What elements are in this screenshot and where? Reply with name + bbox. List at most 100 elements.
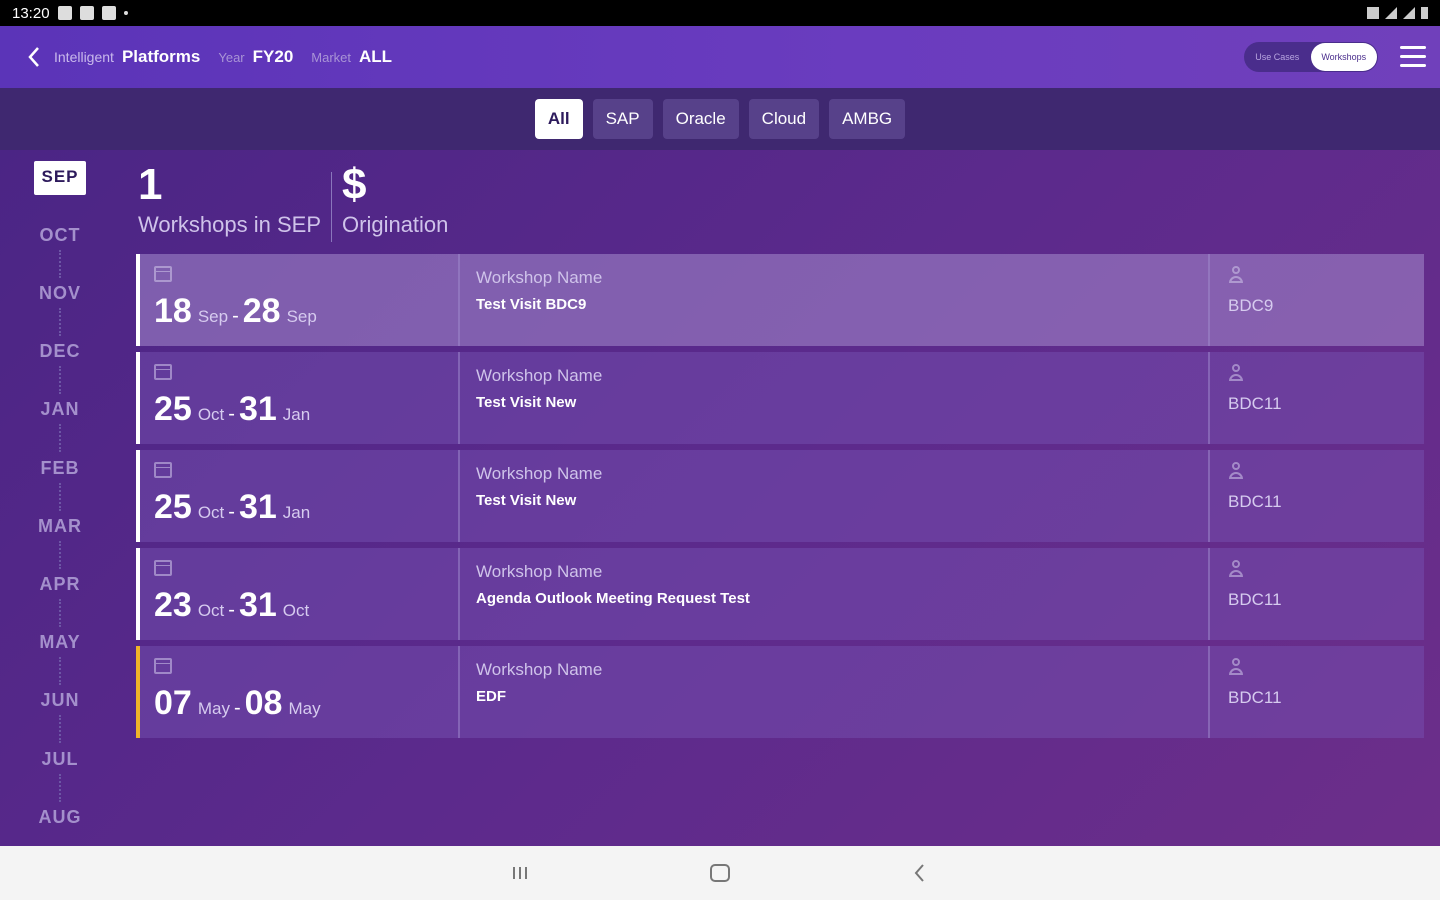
android-icon — [101, 6, 116, 20]
name-cell: Workshop Name Agenda Outlook Meeting Req… — [460, 548, 1210, 640]
date-cell: 07 May - 08 May — [140, 646, 460, 738]
start-day: 07 — [154, 684, 192, 722]
date-cell: 25 Oct - 31 Jan — [140, 450, 460, 542]
month-dec[interactable]: DEC — [0, 341, 120, 362]
end-month: May — [288, 699, 321, 718]
calendar-icon — [154, 364, 172, 380]
filter-sap[interactable]: SAP — [592, 99, 653, 139]
calendar-icon — [154, 462, 172, 478]
workshop-owner: BDC11 — [1228, 492, 1282, 511]
workshop-row[interactable]: 25 Oct - 31 Jan Workshop Name Test Visit… — [136, 352, 1424, 444]
end-month: Oct — [282, 601, 310, 620]
month-may[interactable]: MAY — [0, 632, 120, 653]
recent-apps-icon — [513, 867, 527, 879]
image-icon — [79, 6, 94, 20]
system-nav-bar — [0, 846, 1440, 900]
filter-all[interactable]: All — [534, 99, 583, 139]
more-notifications-icon — [123, 11, 128, 15]
start-day: 23 — [154, 586, 192, 624]
workshop-owner: BDC11 — [1228, 688, 1282, 707]
workshop-row[interactable]: 18 Sep - 28 Sep Workshop Name Test Visit… — [136, 254, 1424, 346]
month-timeline: SEP OCT NOV DEC JAN FEB MAR APR MAY JUN … — [0, 150, 120, 846]
end-month: Jan — [282, 405, 311, 424]
owner-cell: BDC11 — [1210, 450, 1424, 542]
origination-block: $ Origination — [342, 160, 458, 250]
timeline-connector — [59, 250, 61, 278]
month-nov[interactable]: NOV — [0, 283, 120, 304]
date-separator: - — [232, 305, 239, 327]
date-separator: - — [233, 697, 241, 719]
workshop-count-label: Workshops in SEP — [138, 212, 322, 237]
end-day: 31 — [238, 390, 277, 428]
status-bar: 13:20 — [0, 0, 1440, 26]
workshop-name-label: Workshop Name — [476, 268, 603, 287]
workshop-row[interactable]: 23 Oct - 31 Oct Workshop Name Agenda Out… — [136, 548, 1424, 640]
year-value[interactable]: FY20 — [253, 47, 294, 67]
summary-panel: 1 Workshops in SEP $ Origination — [138, 160, 458, 250]
month-mar[interactable]: MAR — [0, 516, 120, 537]
month-jan[interactable]: JAN — [0, 399, 120, 420]
start-month: Oct — [197, 601, 225, 620]
user-icon — [1228, 266, 1244, 284]
month-aug[interactable]: AUG — [0, 807, 120, 828]
name-cell: Workshop Name Test Visit BDC9 — [460, 254, 1210, 346]
start-month: Sep — [197, 307, 229, 326]
month-oct[interactable]: OCT — [0, 225, 120, 246]
workshop-name: Agenda Outlook Meeting Request Test — [476, 590, 750, 607]
app-name: Platforms — [121, 47, 201, 66]
recent-apps-button[interactable] — [420, 846, 620, 900]
workshop-name: EDF — [476, 688, 506, 705]
toggle-workshops[interactable]: Workshops — [1310, 43, 1377, 71]
date-separator: - — [228, 599, 235, 621]
view-toggle[interactable]: Use Cases Workshops — [1244, 42, 1378, 72]
workshop-count: 1 — [138, 160, 163, 209]
start-day: 18 — [154, 292, 192, 330]
workshop-row[interactable]: 25 Oct - 31 Jan Workshop Name Test Visit… — [136, 450, 1424, 542]
month-jul[interactable]: JUL — [0, 749, 120, 770]
month-jun[interactable]: JUN — [0, 690, 120, 711]
filter-ambg[interactable]: AMBG — [829, 99, 906, 139]
month-apr[interactable]: APR — [0, 574, 120, 595]
market-value[interactable]: ALL — [359, 47, 392, 67]
home-button[interactable] — [620, 846, 820, 900]
back-button[interactable] — [820, 846, 1020, 900]
owner-cell: BDC11 — [1210, 352, 1424, 444]
end-day: 08 — [244, 684, 283, 722]
calendar-icon — [154, 560, 172, 576]
calendar-icon — [154, 658, 172, 674]
category-filter-bar: All SAP Oracle Cloud AMBG — [0, 88, 1440, 150]
month-feb[interactable]: FEB — [0, 458, 120, 479]
filter-oracle[interactable]: Oracle — [662, 99, 739, 139]
workshop-name-label: Workshop Name — [476, 562, 603, 581]
toggle-use-cases[interactable]: Use Cases — [1244, 52, 1311, 62]
timeline-connector — [59, 541, 61, 569]
user-icon — [1228, 462, 1244, 480]
status-time: 13:20 — [12, 4, 50, 22]
workshop-name: Test Visit New — [476, 394, 577, 411]
owner-cell: BDC11 — [1210, 646, 1424, 738]
start-day: 25 — [154, 488, 192, 526]
back-arrow-icon[interactable] — [14, 37, 54, 77]
year-label: Year — [218, 50, 245, 65]
workshop-name: Test Visit New — [476, 492, 577, 509]
filter-cloud[interactable]: Cloud — [748, 99, 820, 139]
end-day: 28 — [242, 292, 281, 330]
workshop-name: Test Visit BDC9 — [476, 296, 587, 313]
start-month: May — [197, 699, 230, 718]
workshop-count-block: 1 Workshops in SEP — [138, 160, 331, 250]
date-cell: 25 Oct - 31 Jan — [140, 352, 460, 444]
home-icon — [710, 864, 730, 882]
hamburger-menu-icon[interactable] — [1400, 46, 1426, 68]
end-month: Jan — [282, 503, 311, 522]
timeline-connector — [59, 483, 61, 511]
breadcrumb: Intelligent Platforms Year FY20 Market A… — [54, 47, 392, 67]
workshop-owner: BDC11 — [1228, 590, 1282, 609]
mute-icon — [1367, 7, 1379, 19]
workshop-list: 18 Sep - 28 Sep Workshop Name Test Visit… — [136, 254, 1424, 744]
user-icon — [1228, 364, 1244, 382]
summary-divider — [331, 172, 333, 242]
workshop-row[interactable]: 07 May - 08 May Workshop Name EDF BDC11 — [136, 646, 1424, 738]
month-sep[interactable]: SEP — [34, 161, 86, 195]
date-cell: 18 Sep - 28 Sep — [140, 254, 460, 346]
name-cell: Workshop Name Test Visit New — [460, 352, 1210, 444]
